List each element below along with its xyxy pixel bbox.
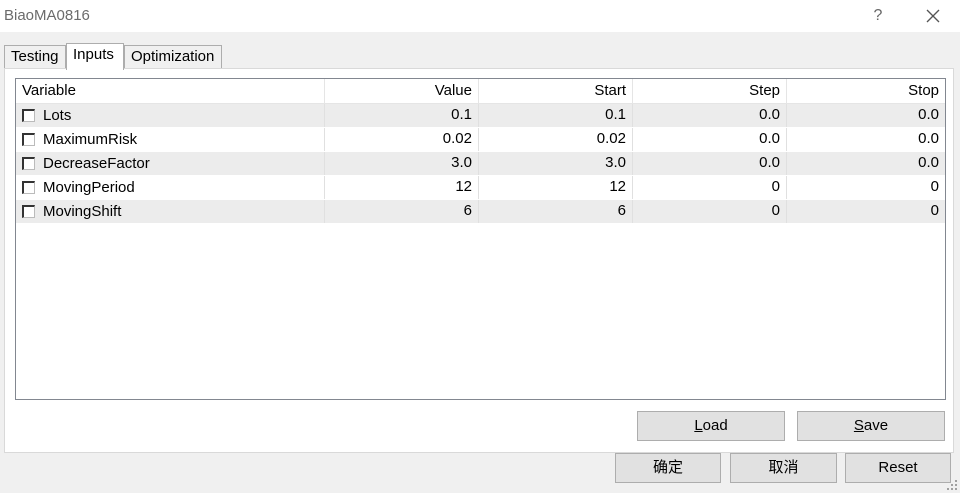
optimize-checkbox[interactable] bbox=[22, 109, 35, 122]
grid-rows: Lots 0.1 0.1 0.0 0.0 MaximumRisk 0.02 0.… bbox=[16, 104, 945, 224]
optimize-checkbox[interactable] bbox=[22, 133, 35, 146]
stop-cell[interactable]: 0.0 bbox=[787, 152, 945, 175]
close-button[interactable] bbox=[913, 3, 953, 29]
variable-cell: DecreaseFactor bbox=[16, 152, 325, 175]
variable-cell: MaximumRisk bbox=[16, 128, 325, 151]
tab-optimization[interactable]: Optimization bbox=[124, 45, 222, 69]
save-mnemonic: S bbox=[853, 417, 864, 434]
table-row[interactable]: Lots 0.1 0.1 0.0 0.0 bbox=[16, 104, 945, 128]
table-row[interactable]: DecreaseFactor 3.0 3.0 0.0 0.0 bbox=[16, 152, 945, 176]
title-bar: BiaoMA0816 ? bbox=[0, 0, 960, 32]
column-header-step[interactable]: Step bbox=[633, 79, 787, 104]
start-cell[interactable]: 12 bbox=[479, 176, 633, 199]
cancel-button[interactable]: 取消 bbox=[730, 453, 837, 483]
table-row[interactable]: MovingShift 6 6 0 0 bbox=[16, 200, 945, 224]
tab-inputs[interactable]: Inputs bbox=[66, 43, 124, 70]
value-cell[interactable]: 0.1 bbox=[325, 104, 479, 127]
column-header-stop[interactable]: Stop bbox=[787, 79, 945, 104]
value-cell[interactable]: 6 bbox=[325, 200, 479, 223]
stop-cell[interactable]: 0 bbox=[787, 176, 945, 199]
value-cell[interactable]: 12 bbox=[325, 176, 479, 199]
inputs-panel: Variable Value Start Step Stop Lots 0.1 … bbox=[4, 68, 954, 453]
optimize-checkbox[interactable] bbox=[22, 157, 35, 170]
column-header-variable[interactable]: Variable bbox=[16, 79, 325, 104]
variable-name: MaximumRisk bbox=[43, 130, 138, 148]
resize-grip-icon[interactable] bbox=[946, 479, 958, 491]
variable-cell: Lots bbox=[16, 104, 325, 127]
dialog-body: Testing Inputs Optimization Variable Val… bbox=[0, 32, 960, 493]
save-button[interactable]: Save bbox=[797, 411, 945, 441]
value-cell[interactable]: 3.0 bbox=[325, 152, 479, 175]
start-cell[interactable]: 6 bbox=[479, 200, 633, 223]
variable-name: DecreaseFactor bbox=[43, 154, 150, 172]
optimize-checkbox[interactable] bbox=[22, 205, 35, 218]
variable-cell: MovingPeriod bbox=[16, 176, 325, 199]
start-cell[interactable]: 0.1 bbox=[479, 104, 633, 127]
save-label: ave bbox=[863, 417, 889, 434]
ok-button[interactable]: 确定 bbox=[615, 453, 721, 483]
grid-header: Variable Value Start Step Stop bbox=[16, 79, 945, 104]
load-mnemonic: L bbox=[694, 417, 703, 434]
step-cell[interactable]: 0.0 bbox=[633, 152, 787, 175]
start-cell[interactable]: 3.0 bbox=[479, 152, 633, 175]
step-cell[interactable]: 0.0 bbox=[633, 104, 787, 127]
optimize-checkbox[interactable] bbox=[22, 181, 35, 194]
variable-name: Lots bbox=[43, 106, 72, 124]
close-icon bbox=[926, 9, 940, 23]
column-header-start[interactable]: Start bbox=[479, 79, 633, 104]
help-icon: ? bbox=[873, 7, 883, 24]
inputs-grid: Variable Value Start Step Stop Lots 0.1 … bbox=[15, 78, 946, 400]
step-cell[interactable]: 0 bbox=[633, 176, 787, 199]
value-cell[interactable]: 0.02 bbox=[325, 128, 479, 151]
table-row[interactable]: MaximumRisk 0.02 0.02 0.0 0.0 bbox=[16, 128, 945, 152]
step-cell[interactable]: 0.0 bbox=[633, 128, 787, 151]
help-button[interactable]: ? bbox=[858, 3, 898, 29]
variable-cell: MovingShift bbox=[16, 200, 325, 223]
variable-name: MovingShift bbox=[43, 202, 122, 220]
column-header-value[interactable]: Value bbox=[325, 79, 479, 104]
variable-name: MovingPeriod bbox=[43, 178, 135, 196]
stop-cell[interactable]: 0 bbox=[787, 200, 945, 223]
stop-cell[interactable]: 0.0 bbox=[787, 128, 945, 151]
tab-testing[interactable]: Testing bbox=[4, 45, 66, 69]
step-cell[interactable]: 0 bbox=[633, 200, 787, 223]
reset-button[interactable]: Reset bbox=[845, 453, 951, 483]
table-row[interactable]: MovingPeriod 12 12 0 0 bbox=[16, 176, 945, 200]
start-cell[interactable]: 0.02 bbox=[479, 128, 633, 151]
window-title: BiaoMA0816 bbox=[4, 7, 90, 24]
load-label: oad bbox=[702, 417, 728, 434]
load-button[interactable]: Load bbox=[637, 411, 785, 441]
stop-cell[interactable]: 0.0 bbox=[787, 104, 945, 127]
